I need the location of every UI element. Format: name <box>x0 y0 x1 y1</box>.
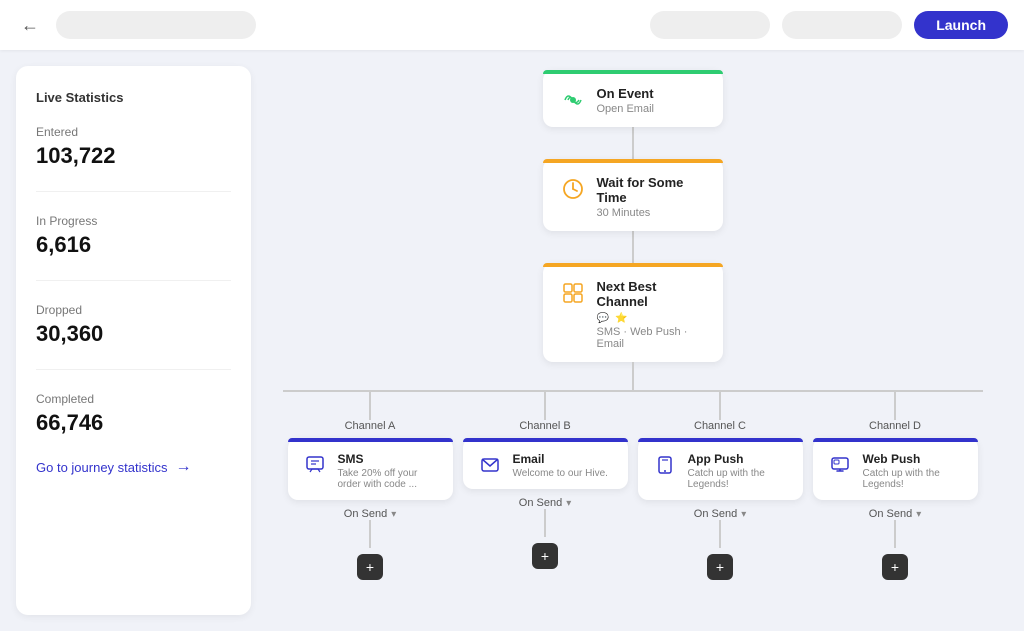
app-push-icon <box>652 452 678 478</box>
channel-card-app-push[interactable]: App Push Catch up with the Legends! <box>638 438 803 500</box>
on-send-caret-b: ▾ <box>566 498 571 509</box>
branch-channel-d: Channel D <box>808 392 983 580</box>
channel-d-label: Channel D <box>869 420 921 432</box>
vert-a <box>369 392 371 420</box>
sidebar: Live Statistics Entered 103,722 In Progr… <box>16 66 251 615</box>
email-icon <box>477 452 503 478</box>
stat-dropped: Dropped 30,360 <box>36 303 231 347</box>
journey-link[interactable]: Go to journey statistics → <box>36 458 231 476</box>
vert-c2 <box>719 520 721 548</box>
connector-1 <box>632 127 634 159</box>
on-send-caret-a: ▾ <box>391 509 396 520</box>
nbc-sub: SMS · Web Push · Email <box>597 326 707 350</box>
channel-card-header-b <box>463 438 628 442</box>
channel-a-label: Channel A <box>345 420 396 432</box>
vert-d <box>894 392 896 420</box>
vert-a2 <box>369 520 371 548</box>
email-sub: Welcome to our Hive. <box>513 468 608 479</box>
wait-icon <box>559 175 587 203</box>
nbc-name: Next Best Channel <box>597 279 707 309</box>
stat-in-progress-value: 6,616 <box>36 232 231 258</box>
branch-channel-a: Channel A <box>283 392 458 580</box>
launch-button[interactable]: Launch <box>914 11 1008 39</box>
vert-b2 <box>544 509 546 537</box>
app-push-sub: Catch up with the Legends! <box>688 468 789 490</box>
topbar-pill2 <box>782 11 902 39</box>
stat-dropped-value: 30,360 <box>36 321 231 347</box>
wait-name: Wait for Some Time <box>597 175 707 205</box>
web-push-icon <box>827 452 853 478</box>
flow-container: On Event Open Email <box>261 70 1004 580</box>
on-event-sub: Open Email <box>597 103 654 115</box>
on-send-b[interactable]: On Send ▾ <box>519 497 571 509</box>
web-push-sub: Catch up with the Legends! <box>863 468 964 490</box>
topbar-title <box>56 11 256 39</box>
branch-section: Channel A <box>261 362 1004 580</box>
sms-name: SMS <box>338 452 439 466</box>
channel-c-label: Channel C <box>694 420 746 432</box>
on-event-name: On Event <box>597 86 654 101</box>
nbc-icon-push: ⭐ <box>615 313 627 324</box>
nbc-icons-row: 💬 ⭐ <box>597 313 707 324</box>
node-on-event[interactable]: On Event Open Email <box>543 70 723 127</box>
web-push-name: Web Push <box>863 452 964 466</box>
channel-b-label: Channel B <box>519 420 570 432</box>
email-name: Email <box>513 452 608 466</box>
sms-icon <box>302 452 328 478</box>
node-nbc[interactable]: Next Best Channel 💬 ⭐ SMS · Web Push · E… <box>543 263 723 362</box>
branch-channel-b: Channel B <box>458 392 633 580</box>
nbc-icon <box>559 279 587 307</box>
stat-completed-value: 66,746 <box>36 410 231 436</box>
stat-entered-label: Entered <box>36 125 231 139</box>
connector-2 <box>632 231 634 263</box>
stat-in-progress-label: In Progress <box>36 214 231 228</box>
on-send-c[interactable]: On Send ▾ <box>694 508 746 520</box>
back-button[interactable]: ← <box>16 11 44 39</box>
channel-card-web-push[interactable]: Web Push Catch up with the Legends! <box>813 438 978 500</box>
plus-btn-c[interactable]: + <box>707 554 733 580</box>
vert-d2 <box>894 520 896 548</box>
on-send-a[interactable]: On Send ▾ <box>344 508 396 520</box>
channel-card-header-a <box>288 438 453 442</box>
on-send-caret-d: ▾ <box>916 509 921 520</box>
sms-sub: Take 20% off your order with code ... <box>338 468 439 490</box>
plus-btn-a[interactable]: + <box>357 554 383 580</box>
topbar-pill1 <box>650 11 770 39</box>
vert-b <box>544 392 546 420</box>
stat-dropped-label: Dropped <box>36 303 231 317</box>
stat-completed-label: Completed <box>36 392 231 406</box>
vert-c <box>719 392 721 420</box>
vert-line-from-nbc <box>632 362 634 390</box>
journey-link-arrow: → <box>176 458 192 476</box>
plus-btn-b[interactable]: + <box>532 543 558 569</box>
journey-link-text: Go to journey statistics <box>36 460 168 475</box>
wait-sub: 30 Minutes <box>597 207 707 219</box>
canvas: On Event Open Email <box>251 50 1024 631</box>
topbar: ← Launch <box>0 0 1024 50</box>
stat-entered: Entered 103,722 <box>36 125 231 169</box>
channel-card-header-d <box>813 438 978 442</box>
node-wait[interactable]: Wait for Some Time 30 Minutes <box>543 159 723 231</box>
sidebar-title: Live Statistics <box>36 90 231 105</box>
stat-entered-value: 103,722 <box>36 143 231 169</box>
on-send-d[interactable]: On Send ▾ <box>869 508 921 520</box>
main-layout: Live Statistics Entered 103,722 In Progr… <box>0 50 1024 631</box>
channel-card-sms[interactable]: SMS Take 20% off your order with code ..… <box>288 438 453 500</box>
plus-btn-d[interactable]: + <box>882 554 908 580</box>
branches-wrapper: Channel A <box>283 392 983 580</box>
stat-completed: Completed 66,746 <box>36 392 231 436</box>
app-push-name: App Push <box>688 452 789 466</box>
branch-channel-c: Channel C <box>633 392 808 580</box>
on-event-icon <box>559 86 587 114</box>
channel-card-header-c <box>638 438 803 442</box>
stat-in-progress: In Progress 6,616 <box>36 214 231 258</box>
nbc-icon-sms: 💬 <box>597 313 609 324</box>
channel-card-email[interactable]: Email Welcome to our Hive. <box>463 438 628 489</box>
on-send-caret-c: ▾ <box>741 509 746 520</box>
